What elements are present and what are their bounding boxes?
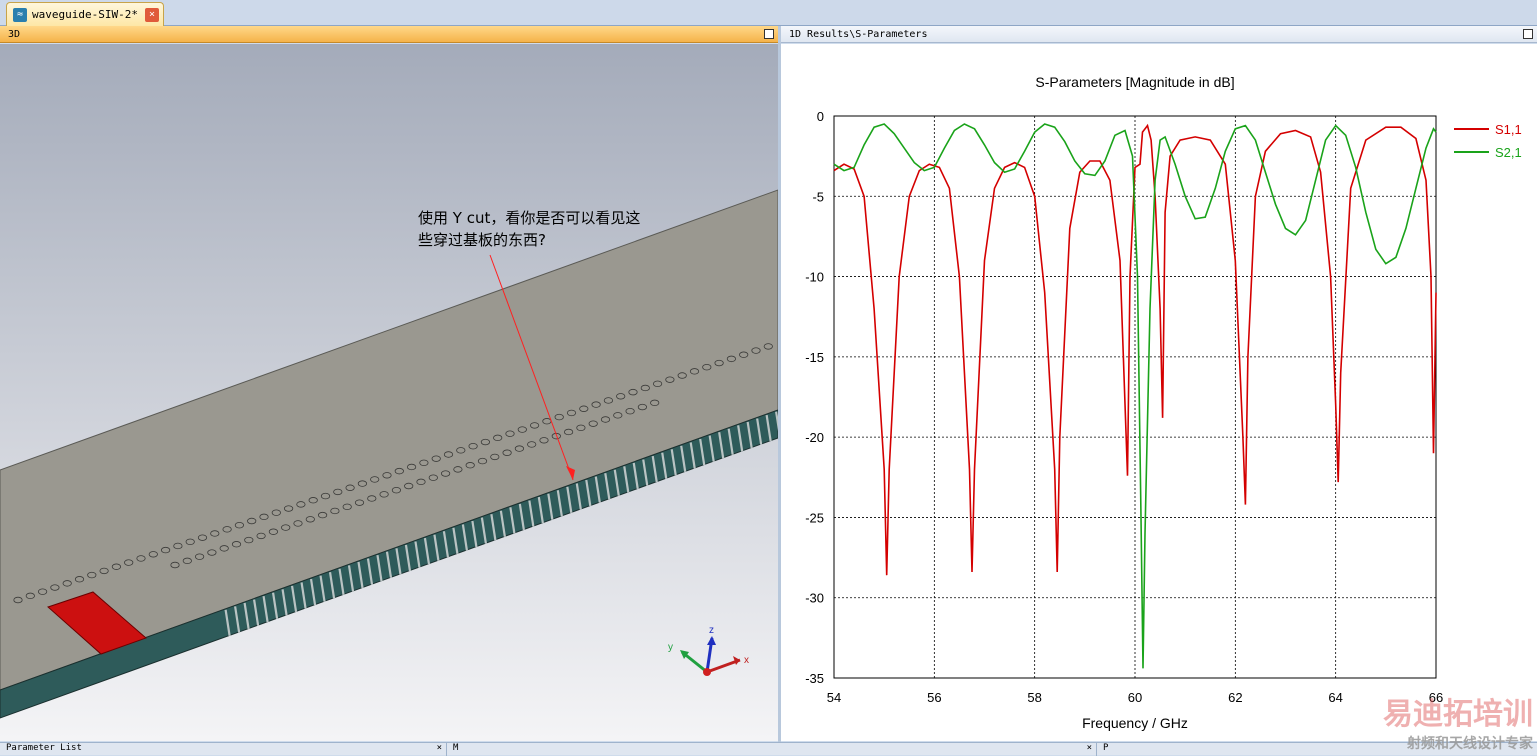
document-tab-bar: ≈ waveguide-SIW-2* × xyxy=(0,0,1537,26)
waveguide-project-icon: ≈ xyxy=(13,8,27,22)
s-parameter-chart[interactable]: S-Parameters [Magnitude in dB] 54 56 58 60 6… xyxy=(781,44,1537,741)
panel-title-sparams: 1D Results\S-Parameters xyxy=(789,29,927,40)
annotation-text-line1: 使用 Y cut，看你是否可以看见这 xyxy=(418,209,640,227)
legend-label: S1,1 xyxy=(1495,122,1522,137)
x-tick-label: 62 xyxy=(1228,690,1242,705)
y-tick-labels: 0 -5 -10 -15 -20 -25 -30 -35 xyxy=(805,109,824,686)
progress-label: P xyxy=(1103,743,1108,753)
y-tick-label: -10 xyxy=(805,270,824,285)
x-tick-label: 60 xyxy=(1128,690,1142,705)
chart-title: S-Parameters [Magnitude in dB] xyxy=(1035,74,1234,90)
y-tick-label: -5 xyxy=(812,189,824,204)
maximize-icon[interactable] xyxy=(1523,29,1533,39)
close-icon[interactable]: × xyxy=(1087,743,1092,753)
y-tick-label: 0 xyxy=(817,109,824,124)
x-tick-label: 64 xyxy=(1328,690,1342,705)
x-axis-label: x xyxy=(744,655,749,666)
parameter-list-tab[interactable]: Parameter List × xyxy=(0,743,447,756)
close-icon[interactable]: × xyxy=(437,743,442,753)
z-axis-label: z xyxy=(709,625,714,636)
y-tick-label: -25 xyxy=(805,510,824,525)
3d-viewport[interactable]: 使用 Y cut，看你是否可以看见这 些穿过基板的东西? x z y xyxy=(0,44,778,741)
legend[interactable]: S1,1 S2,1 xyxy=(1454,122,1522,160)
y-tick-label: -35 xyxy=(805,671,824,686)
3d-scene[interactable]: 使用 Y cut，看你是否可以看见这 些穿过基板的东西? x z y xyxy=(0,44,778,741)
panel-header-3d[interactable]: 3D xyxy=(0,26,778,43)
close-tab-icon[interactable]: × xyxy=(145,8,159,22)
x-tick-label: 54 xyxy=(827,690,841,705)
watermark-logo-text: 易迪拓培训 xyxy=(1383,689,1533,733)
panel-title-3d: 3D xyxy=(8,29,20,40)
legend-label: S2,1 xyxy=(1495,145,1522,160)
bottom-panel-bar: Parameter List × M × P xyxy=(0,742,1537,755)
s-parameter-plot-panel[interactable]: S-Parameters [Magnitude in dB] 54 56 58 60 6… xyxy=(781,44,1537,741)
maximize-icon[interactable] xyxy=(764,29,774,39)
y-tick-label: -15 xyxy=(805,350,824,365)
watermark-subtitle: 射频和天线设计专家 xyxy=(1407,733,1533,753)
messages-label: M xyxy=(453,743,458,753)
y-axis-label: y xyxy=(668,642,673,653)
x-axis-label: Frequency / GHz xyxy=(1082,715,1188,731)
parameter-list-label: Parameter List xyxy=(6,743,82,753)
panel-header-sparams[interactable]: 1D Results\S-Parameters xyxy=(781,26,1537,43)
y-tick-label: -30 xyxy=(805,591,824,606)
annotation-text-line2: 些穿过基板的东西? xyxy=(418,231,546,249)
document-tab-label: waveguide-SIW-2* xyxy=(32,8,138,21)
y-tick-label: -20 xyxy=(805,430,824,445)
x-tick-label: 58 xyxy=(1027,690,1041,705)
x-tick-label: 56 xyxy=(927,690,941,705)
document-tab[interactable]: ≈ waveguide-SIW-2* × xyxy=(6,2,164,26)
messages-tab[interactable]: M × xyxy=(447,743,1097,756)
x-tick-labels: 54565860626466 xyxy=(827,690,1443,705)
